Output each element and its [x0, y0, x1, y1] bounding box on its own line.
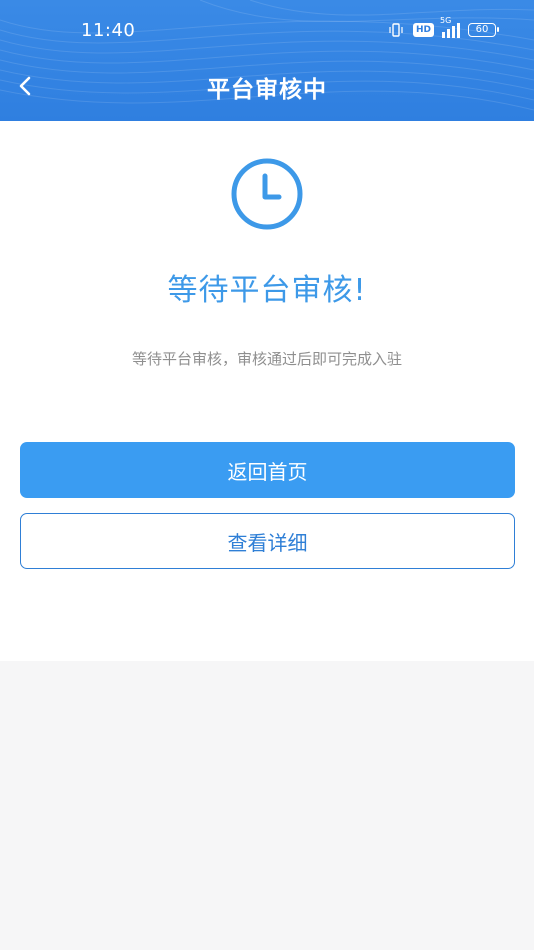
- status-card: 等待平台审核! 等待平台审核，审核通过后即可完成入驻 返回首页 查看详细: [0, 121, 534, 661]
- status-heading: 等待平台审核!: [167, 273, 367, 308]
- page-title: 平台审核中: [207, 77, 327, 103]
- status-time: 11:40: [81, 20, 136, 41]
- signal-icon: 5G: [440, 16, 460, 38]
- hd-badge: HD: [412, 23, 434, 37]
- clock-icon: [231, 158, 303, 230]
- battery-icon: 60: [468, 23, 499, 37]
- status-bar: 11:40 HD 5G 60: [0, 0, 534, 62]
- vibrate-icon: [389, 23, 403, 37]
- status-description: 等待平台审核，审核通过后即可完成入驻: [131, 350, 402, 368]
- status-icons: HD 5G 60: [387, 16, 499, 39]
- view-details-button[interactable]: 查看详细: [20, 513, 515, 569]
- nav-bar: 平台审核中: [0, 62, 534, 110]
- network-type: 5G: [440, 16, 452, 25]
- header: 11:40 HD 5G 60 平台审核中: [0, 0, 534, 121]
- return-home-button[interactable]: 返回首页: [20, 442, 515, 498]
